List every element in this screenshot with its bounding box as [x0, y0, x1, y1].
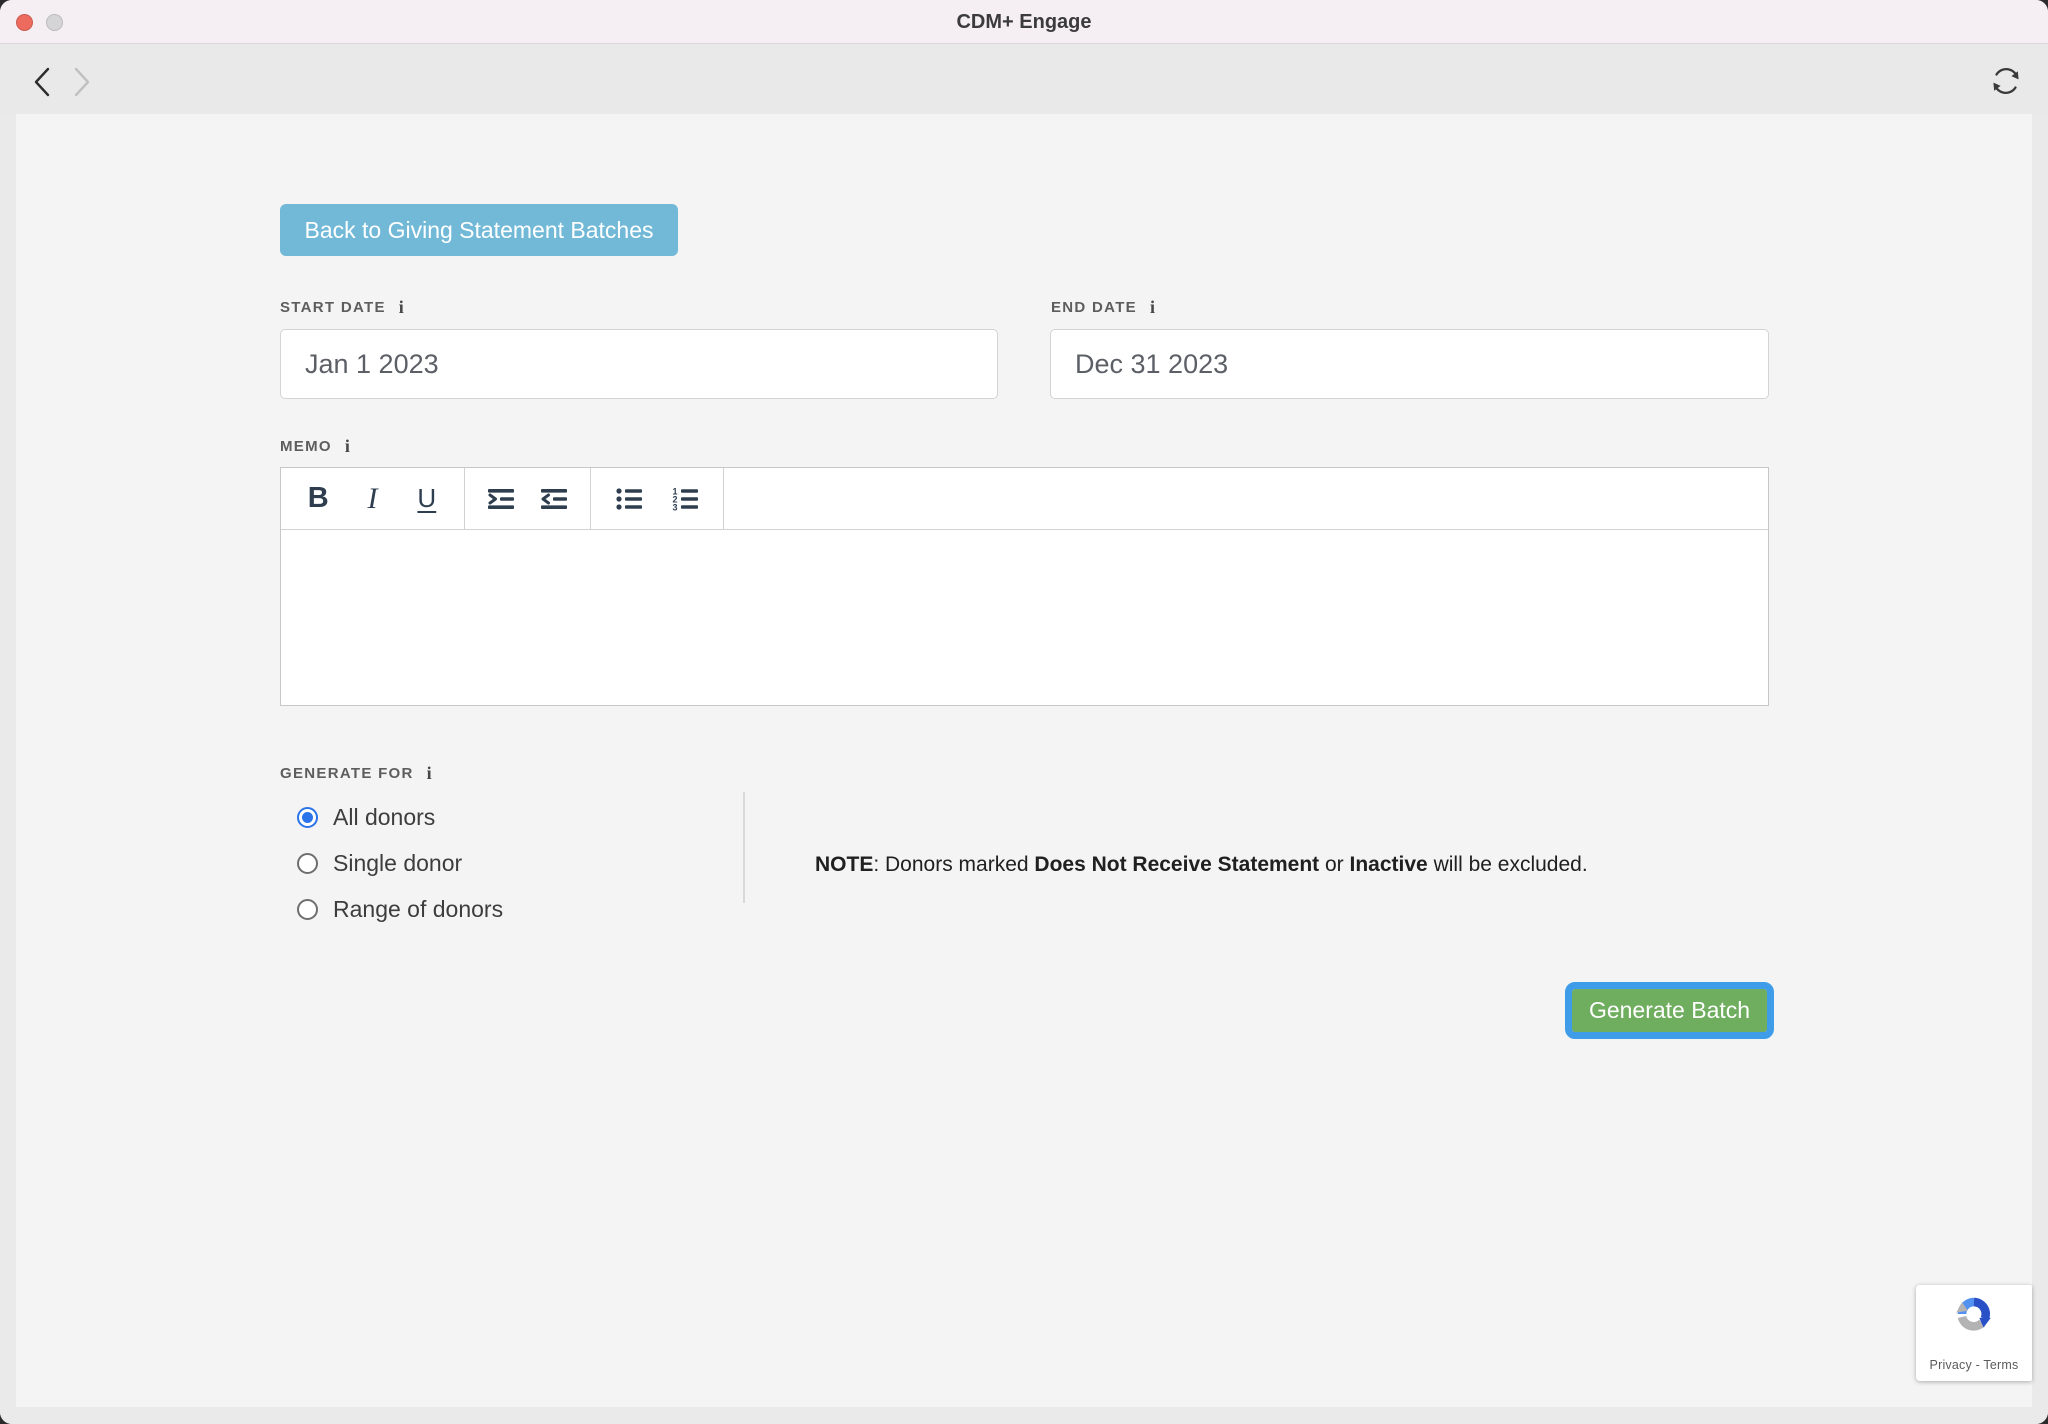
end-date-label: END DATE i — [1051, 298, 1155, 316]
info-icon[interactable]: i — [399, 298, 404, 316]
text-style-group: B I U — [281, 468, 465, 529]
note-text: or — [1319, 853, 1349, 876]
italic-button[interactable]: I — [345, 475, 399, 523]
chevron-right-icon — [68, 65, 94, 99]
chevron-left-icon — [30, 65, 56, 99]
refresh-button[interactable] — [1988, 63, 2024, 99]
bold-button[interactable]: B — [291, 475, 345, 523]
italic-icon: I — [367, 482, 377, 516]
indent-increase-icon — [487, 486, 515, 512]
radio-range-of-donors[interactable]: Range of donors — [297, 894, 503, 924]
outdent-button[interactable] — [528, 475, 581, 523]
privacy-terms-link[interactable]: Privacy - Terms — [1930, 1358, 2019, 1372]
radio-label: All donors — [333, 804, 435, 831]
underline-button[interactable]: U — [400, 475, 454, 523]
generate-for-label: GENERATE FOR i — [280, 764, 432, 782]
indent-decrease-icon — [540, 486, 568, 512]
radio-single-donor[interactable]: Single donor — [297, 848, 462, 878]
bold-icon: B — [308, 482, 329, 515]
nav-toolbar — [0, 44, 2048, 114]
exclusion-note: NOTE: Donors marked Does Not Receive Sta… — [815, 851, 1595, 879]
note-text: : Donors marked — [873, 853, 1034, 876]
indent-button[interactable] — [475, 475, 528, 523]
info-icon[interactable]: i — [345, 437, 350, 455]
back-nav-button[interactable] — [30, 65, 56, 99]
start-date-label-text: START DATE — [280, 299, 386, 316]
note-bold: Inactive — [1350, 853, 1428, 876]
end-date-label-text: END DATE — [1051, 299, 1137, 316]
back-to-batches-button[interactable]: Back to Giving Statement Batches — [280, 204, 678, 256]
generate-statement-form: Back to Giving Statement Batches START D… — [16, 114, 2032, 1407]
radio-circle — [297, 807, 318, 828]
note-text: will be excluded. — [1428, 853, 1588, 876]
memo-editor: B I U — [280, 467, 1769, 706]
memo-format-toolbar: B I U — [281, 468, 1768, 530]
radio-label: Range of donors — [333, 896, 503, 923]
memo-text-area[interactable] — [281, 530, 1768, 706]
content-frame: Back to Giving Statement Batches START D… — [0, 114, 2048, 1424]
note-bold: Does Not Receive Statement — [1034, 853, 1319, 876]
memo-label-text: MEMO — [280, 438, 332, 455]
history-buttons — [30, 65, 94, 99]
radio-label: Single donor — [333, 850, 462, 877]
toolbar-filler — [724, 468, 1768, 529]
window-title: CDM+ Engage — [0, 0, 2048, 44]
info-icon[interactable]: i — [427, 764, 432, 782]
generate-for-label-text: GENERATE FOR — [280, 765, 414, 782]
titlebar: CDM+ Engage — [0, 0, 2048, 44]
forward-nav-button[interactable] — [68, 65, 94, 99]
underline-icon: U — [417, 483, 436, 514]
note-bold: NOTE — [815, 853, 873, 876]
indent-group — [465, 468, 591, 529]
section-divider — [743, 792, 745, 903]
radio-circle — [297, 899, 318, 920]
app-window: CDM+ Engage — [0, 0, 2048, 1424]
memo-label: MEMO i — [280, 437, 350, 455]
bulleted-list-button[interactable] — [601, 475, 657, 523]
start-date-input[interactable] — [280, 329, 998, 399]
start-date-label: START DATE i — [280, 298, 404, 316]
info-icon[interactable]: i — [1150, 298, 1155, 316]
radio-circle — [297, 853, 318, 874]
svg-text:3: 3 — [673, 502, 678, 511]
numbered-list-icon: 1 2 3 — [671, 486, 699, 512]
refresh-icon — [1988, 63, 2024, 99]
bulleted-list-icon — [615, 486, 643, 512]
numbered-list-button[interactable]: 1 2 3 — [657, 475, 713, 523]
recaptcha-badge[interactable]: Privacy - Terms — [1916, 1285, 2032, 1381]
recaptcha-icon — [1951, 1292, 1997, 1338]
generate-batch-button[interactable]: Generate Batch — [1572, 989, 1767, 1032]
end-date-input[interactable] — [1050, 329, 1769, 399]
radio-all-donors[interactable]: All donors — [297, 802, 435, 832]
list-group: 1 2 3 — [591, 468, 724, 529]
